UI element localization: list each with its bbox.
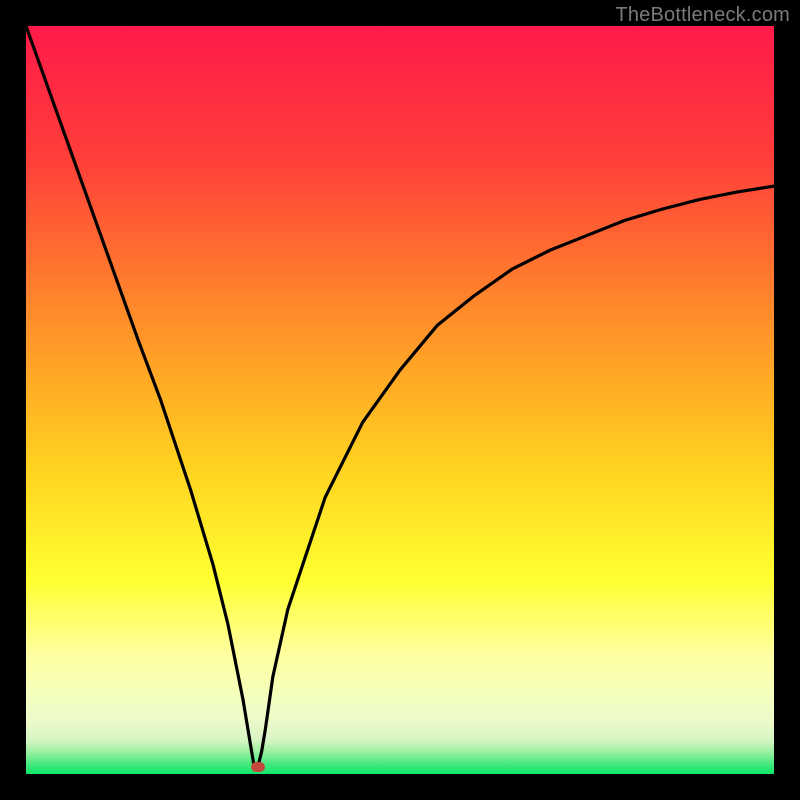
plot-area (26, 26, 774, 774)
watermark-text: TheBottleneck.com (615, 4, 790, 27)
chart-frame: TheBottleneck.com (0, 0, 800, 800)
optimal-point-marker (251, 762, 265, 772)
bottleneck-curve (26, 26, 774, 774)
